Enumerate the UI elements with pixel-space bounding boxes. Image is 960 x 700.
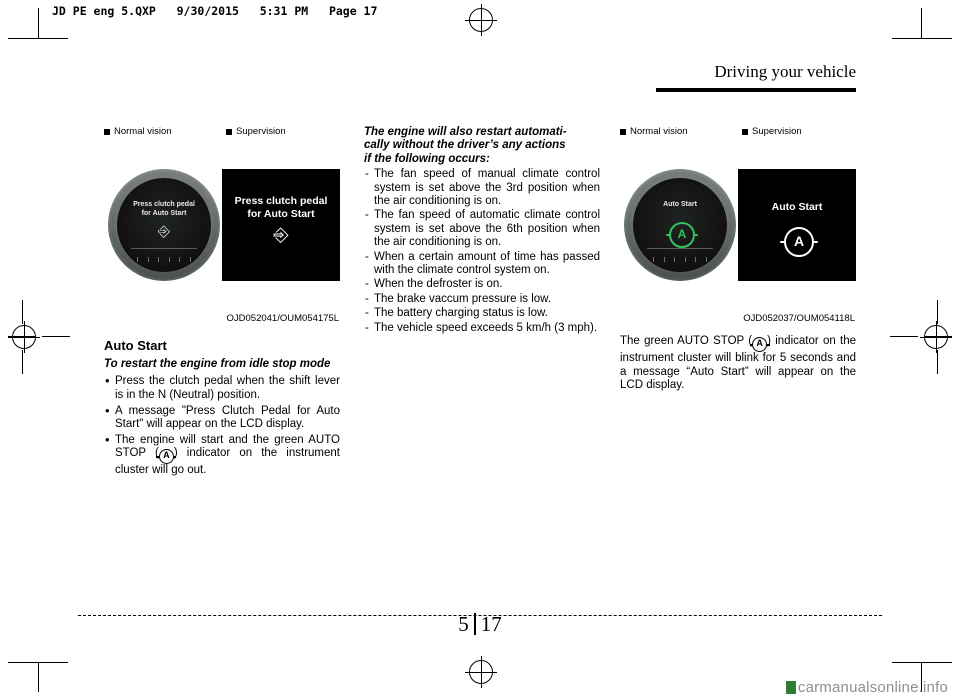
watermark-text: carmanualsonline.info — [797, 679, 948, 696]
list-item: The fan speed of manual climate control … — [364, 168, 600, 208]
figure1-legend-normal: Normal vision — [104, 125, 226, 138]
crop-mark-bottom-right-h — [892, 662, 952, 663]
watermark-block-icon — [785, 681, 796, 694]
lcd-message-line2: for Auto Start — [247, 208, 315, 220]
gauge-message-line2: for Auto Start — [141, 210, 187, 217]
gauge-bezel: Auto Start A — [624, 169, 736, 281]
list-item: A message "Press Clutch Pedal for Auto S… — [104, 404, 340, 431]
page-number-separator — [473, 613, 476, 635]
restart-conditions-list: The fan speed of manual climate control … — [364, 168, 600, 335]
file-header-line: JD PE eng 5.QXP 9/30/2015 5:31 PM Page 1… — [52, 4, 378, 18]
crop-mark-right-mid-h2 — [890, 336, 918, 337]
list-item: When the defroster is on. — [364, 278, 600, 292]
restart-conditions-intro: The engine will also restart automati- c… — [364, 126, 600, 166]
figure1-legend-normal-label: Normal vision — [114, 126, 172, 138]
figure2-legend-normal: Normal vision — [620, 125, 742, 138]
registration-mark-left — [8, 321, 40, 353]
crop-mark-bottom-left-v — [38, 662, 39, 692]
clutch-pedal-icon: ⎆ — [273, 225, 289, 246]
figure1-cluster-gauge: Press clutch pedal for Auto Start ⎆ — [104, 141, 222, 309]
intro-line-3: if the following occurs: — [364, 152, 490, 165]
page-number: 17 — [480, 612, 502, 636]
gauge-bezel: Press clutch pedal for Auto Start ⎆ — [108, 169, 220, 281]
figure2-legend: Normal vision Supervision — [620, 126, 856, 138]
lcd-message-line1: Press clutch pedal — [234, 195, 328, 207]
figure2-legend-supervision: Supervision — [742, 125, 802, 138]
figure1-lcd-display: Press clutch pedal for Auto Start ⎆ — [222, 141, 340, 309]
paragraph-part1: The green AUTO STOP ( — [620, 335, 753, 348]
figure1-legend-supervision: Supervision — [226, 125, 286, 138]
crop-mark-left-mid-v2 — [22, 350, 23, 374]
auto-start-steps-list: Press the clutch pedal when the shift le… — [104, 374, 340, 477]
crop-mark-right-mid-v — [937, 300, 938, 324]
page: JD PE eng 5.QXP 9/30/2015 5:31 PM Page 1… — [0, 0, 960, 700]
clutch-pedal-icon: ⎆ — [157, 223, 170, 240]
figure1-legend: Normal vision Supervision — [104, 126, 340, 138]
list-item: Press the clutch pedal when the shift le… — [104, 374, 340, 401]
legend-square-icon — [104, 129, 110, 135]
registration-mark-top — [465, 4, 497, 36]
lcd-message: Press clutch pedal for Auto Start — [222, 195, 340, 221]
crop-mark-left-top-h — [8, 38, 68, 39]
gauge-ticks — [127, 257, 201, 263]
chapter-number: 5 — [458, 612, 469, 636]
intro-line-1: The engine will also restart automati- — [364, 126, 567, 138]
gauge-message-line1: Press clutch pedal — [133, 201, 195, 208]
crop-mark-right-v — [921, 8, 922, 38]
figure2-cluster-gauge: Auto Start A — [620, 141, 738, 309]
list-item: The brake vaccum pressure is low. — [364, 293, 600, 307]
list-item: The engine will start and the green AUTO… — [104, 433, 340, 477]
auto-stop-symbol-icon: A — [749, 337, 770, 353]
page-number-block: 5 17 — [0, 612, 960, 637]
auto-stop-indicator-icon: A — [780, 227, 818, 257]
crop-mark-left-v — [38, 8, 39, 38]
section-heading-auto-start: Auto Start — [104, 338, 167, 354]
watermark: carmanualsonline.info — [785, 679, 948, 696]
page-title: Driving your vehicle — [714, 62, 856, 81]
column-right: Normal vision Supervision Auto Start A A… — [620, 126, 856, 392]
intro-line-2: cally without the driver’s any actions — [364, 139, 566, 152]
figure1-body: Press clutch pedal for Auto Start ⎆ Pres… — [104, 141, 340, 309]
figure-auto-start-indicator: Normal vision Supervision Auto Start A A… — [620, 126, 856, 325]
legend-square-icon — [226, 129, 232, 135]
list-item: When a certain amount of time has passed… — [364, 251, 600, 278]
column-middle: The engine will also restart automati- c… — [364, 126, 600, 336]
crop-mark-right-mid-v2 — [937, 350, 938, 374]
crop-mark-bottom-left-h — [8, 662, 68, 663]
figure1-caption: OJD052041/OUM054175L — [226, 313, 340, 324]
registration-mark-right — [920, 321, 952, 353]
crop-mark-left-mid-h2 — [42, 336, 70, 337]
registration-mark-bottom — [465, 656, 497, 688]
gauge-ticks — [643, 257, 717, 263]
list-item: The fan speed of automatic climate contr… — [364, 209, 600, 249]
column-left: Normal vision Supervision Press clutch p… — [104, 126, 340, 481]
gauge-scale-bar — [131, 248, 197, 256]
gauge-message: Auto Start — [663, 201, 697, 208]
gauge-scale-bar — [647, 248, 713, 256]
gauge-face: Auto Start A — [633, 178, 727, 272]
lcd-panel: Press clutch pedal for Auto Start ⎆ — [222, 169, 340, 281]
auto-stop-symbol-icon: A — [156, 449, 177, 465]
figure2-lcd-display: Auto Start A — [738, 141, 856, 309]
figure-auto-start-prompt: Normal vision Supervision Press clutch p… — [104, 126, 340, 325]
auto-stop-indicator-paragraph: The green AUTO STOP (A) indicator on the… — [620, 335, 856, 392]
figure2-caption: OJD052037/OUM054118L — [743, 313, 855, 324]
figure2-legend-supervision-label: Supervision — [752, 126, 802, 138]
auto-stop-indicator-icon: A — [666, 222, 698, 248]
figure2-body: Auto Start A Auto Start A — [620, 141, 856, 309]
gauge-face: Press clutch pedal for Auto Start ⎆ — [117, 178, 211, 272]
gauge-message: Press clutch pedal for Auto Start — [117, 200, 211, 218]
lcd-message: Auto Start — [771, 201, 823, 213]
title-underline — [656, 88, 856, 92]
list-item: The vehicle speed exceeds 5 km/h (3 mph)… — [364, 322, 600, 336]
legend-square-icon — [620, 129, 626, 135]
legend-square-icon — [742, 129, 748, 135]
figure1-legend-supervision-label: Supervision — [236, 126, 286, 138]
lcd-panel: Auto Start A — [738, 169, 856, 281]
list-item: The battery charging status is low. — [364, 307, 600, 321]
crop-mark-right-top-h — [892, 38, 952, 39]
subheading-restart-engine: To restart the engine from idle stop mod… — [104, 358, 331, 371]
figure2-legend-normal-label: Normal vision — [630, 126, 688, 138]
